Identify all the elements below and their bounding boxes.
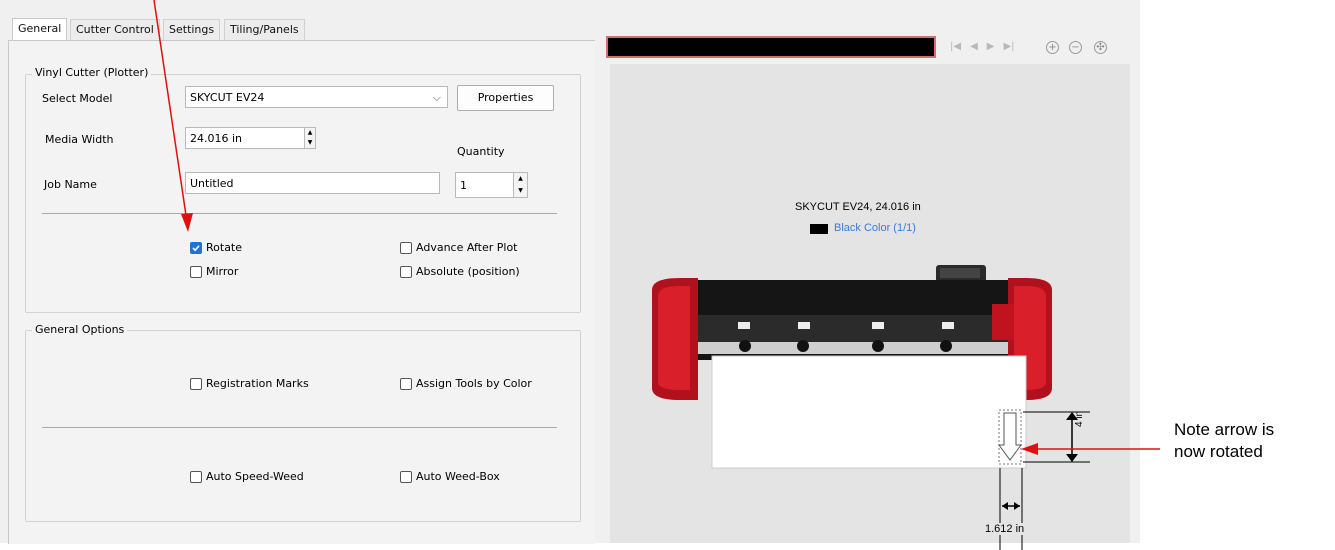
annotation-overlay bbox=[153, 0, 1160, 455]
annotation-arrowhead bbox=[1021, 443, 1038, 455]
annotation-arrow-rotate bbox=[153, 0, 188, 223]
note-line-1: Note arrow is bbox=[1174, 420, 1275, 439]
annotation-arrowhead bbox=[181, 213, 193, 232]
note-line-2: now rotated bbox=[1174, 442, 1263, 461]
